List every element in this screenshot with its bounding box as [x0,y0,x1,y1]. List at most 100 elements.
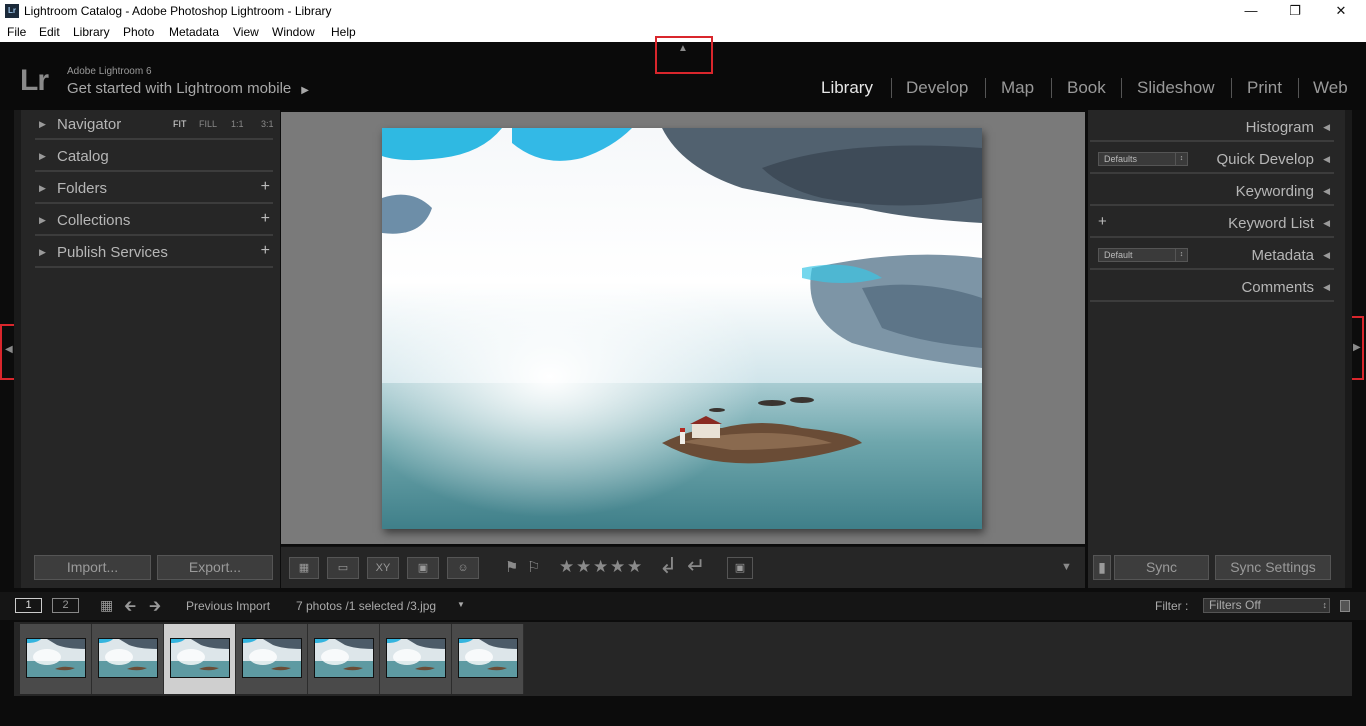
filmstrip-thumbnail[interactable] [452,624,524,694]
menu-file[interactable]: File [7,25,26,39]
keyword-list-header[interactable]: + Keyword List ◀ [1090,208,1334,238]
expand-icon: ▶ [39,151,46,161]
photo-image [382,128,982,529]
close-icon[interactable]: ✕ [1326,2,1356,20]
module-web[interactable]: Web [1313,78,1348,98]
menu-window[interactable]: Window [272,25,315,39]
sync-settings-button[interactable]: Sync Settings [1215,555,1331,580]
add-publish-service-icon[interactable]: + [261,242,270,260]
dropdown-icon[interactable]: ▼ [457,600,465,609]
export-button[interactable]: Export... [157,555,273,580]
sync-button[interactable]: Sync [1114,555,1209,580]
module-slideshow[interactable]: Slideshow [1137,78,1215,98]
menu-edit[interactable]: Edit [39,25,60,39]
filter-label: Filter : [1155,599,1189,613]
collections-header[interactable]: ▶ Collections + [35,206,273,236]
module-separator [985,78,986,98]
quick-develop-preset-select[interactable]: Defaults ↕ [1098,152,1188,166]
rotate-left-icon[interactable]: ↲ [659,553,677,579]
metadata-label: Metadata [1251,247,1314,264]
main-photo[interactable] [382,128,982,529]
comments-header[interactable]: Comments ◀ [1090,272,1334,302]
collapse-icon: ◀ [1323,122,1330,132]
import-button[interactable]: Import... [34,555,151,580]
flag-reject-icon[interactable]: ⚐ [527,558,540,576]
crop-overlay-icon[interactable]: ▣ [727,557,753,579]
add-folder-icon[interactable]: + [261,178,270,196]
rating-star-icon[interactable]: ★ [593,557,608,577]
metadata-preset-value: Default [1104,250,1133,260]
folders-header[interactable]: ▶ Folders + [35,174,273,204]
loupe-view-icon[interactable]: ▭ [327,557,359,579]
mobile-prompt[interactable]: Get started with Lightroom mobile ▶ [67,80,309,97]
expand-icon: ▶ [39,119,46,129]
rotate-right-icon[interactable]: ↵ [687,553,705,579]
thumbnail-image [170,638,230,678]
collapse-icon: ◀ [1323,250,1330,260]
right-panel: Histogram ◀ Defaults ↕ Quick Develop ◀ Ke… [1088,110,1352,588]
zoom-fill[interactable]: FILL [199,119,217,129]
add-collection-icon[interactable]: + [261,210,270,228]
flag-pick-icon[interactable]: ⚑ [505,558,518,576]
module-separator [1298,78,1299,98]
filmstrip-thumbnail[interactable] [92,624,164,694]
source-label[interactable]: Previous Import [186,599,270,613]
zoom-fit[interactable]: FIT [173,119,187,129]
filmstrip [14,622,1352,696]
compare-view-icon[interactable]: XY [367,557,399,579]
forward-arrow-icon[interactable]: 🡲 [149,596,161,621]
keywording-header[interactable]: Keywording ◀ [1090,176,1334,206]
zoom-3-1[interactable]: 3:1 [261,119,274,129]
menu-help[interactable]: Help [331,25,356,39]
menu-view[interactable]: View [233,25,259,39]
menu-metadata[interactable]: Metadata [169,25,219,39]
folders-label: Folders [57,180,108,197]
restore-icon[interactable]: ❐ [1280,2,1310,20]
menu-photo[interactable]: Photo [123,25,154,39]
quick-develop-header[interactable]: Defaults ↕ Quick Develop ◀ [1090,144,1334,174]
main-window-button[interactable]: 1 [15,598,42,613]
module-separator [1051,78,1052,98]
minimize-icon[interactable]: — [1236,2,1266,20]
publish-services-header[interactable]: ▶ Publish Services + [35,238,273,268]
filmstrip-thumbnail[interactable] [20,624,92,694]
metadata-preset-select[interactable]: Default ↕ [1098,248,1188,262]
play-icon: ▶ [301,85,309,96]
histogram-header[interactable]: Histogram ◀ [1090,112,1334,142]
catalog-header[interactable]: ▶ Catalog [35,142,273,172]
rating-star-icon[interactable]: ★ [610,557,625,577]
filter-select[interactable]: Filters Off ↕ [1203,598,1330,613]
photo-count: 7 photos /1 selected /3.jpg [296,599,437,613]
library-toolbar: ▦ ▭ XY ▣ ☺ ⚑ ⚐ ★ ★ ★ ★ ★ ↲ ↵ ▣ ▼ [281,546,1085,588]
navigator-header[interactable]: ▶ Navigator FIT FILL 1:1 3:1 [35,110,274,140]
keywording-label: Keywording [1235,183,1314,200]
grid-view-icon[interactable]: ▦ [289,557,319,579]
filmstrip-thumbnail[interactable] [380,624,452,694]
module-book[interactable]: Book [1067,78,1106,98]
module-library[interactable]: Library [821,78,873,98]
back-arrow-icon[interactable]: 🡰 [124,596,136,621]
auto-sync-toggle[interactable]: ▮ [1093,555,1111,580]
filmstrip-thumbnail[interactable] [308,624,380,694]
secondary-window-button[interactable]: 2 [52,598,79,613]
top-panel-toggle[interactable]: ▲ [655,36,713,74]
metadata-header[interactable]: Default ↕ Metadata ◀ [1090,240,1334,270]
people-view-icon[interactable]: ☺ [447,557,479,579]
add-keyword-icon[interactable]: + [1098,213,1107,230]
menu-library[interactable]: Library [73,25,110,39]
module-print[interactable]: Print [1247,78,1282,98]
filmstrip-thumbnail[interactable] [164,624,236,694]
grid-icon[interactable]: ▦ [100,597,113,614]
rating-star-icon[interactable]: ★ [559,557,574,577]
toolbar-options-icon[interactable]: ▼ [1061,561,1072,573]
module-develop[interactable]: Develop [906,78,968,98]
thumbnail-image [242,638,302,678]
survey-view-icon[interactable]: ▣ [407,557,439,579]
triangle-up-icon: ▲ [678,43,688,54]
rating-star-icon[interactable]: ★ [627,557,642,577]
zoom-1-1[interactable]: 1:1 [231,119,244,129]
filmstrip-thumbnail[interactable] [236,624,308,694]
module-map[interactable]: Map [1001,78,1034,98]
filter-lock-icon[interactable] [1340,600,1350,612]
rating-star-icon[interactable]: ★ [576,557,591,577]
